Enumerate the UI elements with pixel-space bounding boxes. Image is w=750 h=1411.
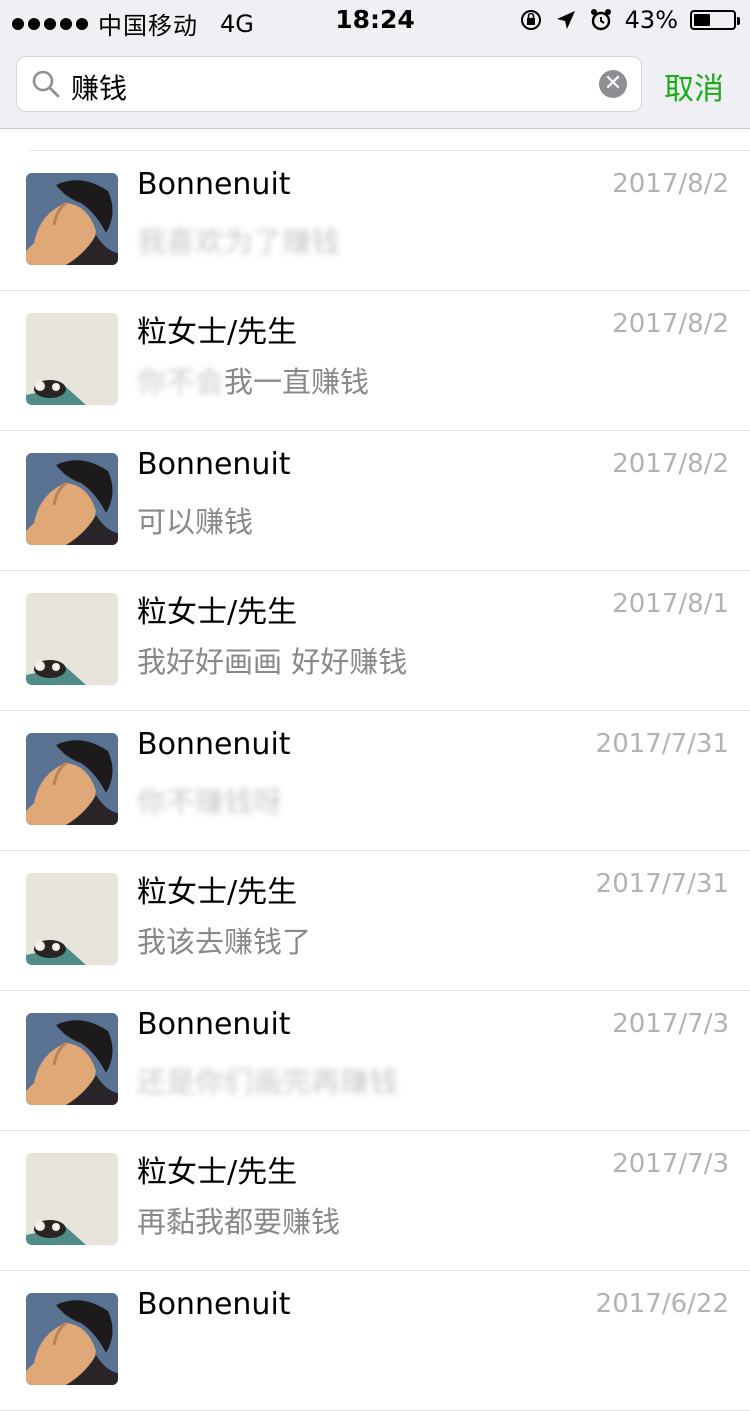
message-date: 2017/8/2 <box>612 169 729 199</box>
avatar <box>26 1153 118 1245</box>
avatar <box>26 453 118 545</box>
cat-avatar-image <box>26 313 118 405</box>
message-text: 再黏我都要赚钱 <box>137 1205 341 1239</box>
blurred-message-text: 我喜欢为了赚钱 <box>137 225 341 259</box>
contact-name: 粒女士/先生 <box>137 1155 298 1190</box>
chat-result-row[interactable]: Bonnenuit 2017/6/22 <box>0 1271 750 1411</box>
contact-name: Bonnenuit <box>137 727 291 762</box>
battery-percentage: 43% <box>624 6 678 34</box>
message-preview: 可以赚钱 <box>137 499 253 541</box>
contact-name: 粒女士/先生 <box>137 595 298 630</box>
avatar <box>26 873 118 965</box>
message-preview: 再黏我都要赚钱 <box>137 1199 340 1241</box>
message-date: 2017/7/3 <box>612 1009 729 1039</box>
message-preview: 我该去赚钱了 <box>137 919 311 961</box>
message-text: 我一直赚钱 <box>224 365 370 399</box>
chat-result-row[interactable]: Bonnenuit 2017/8/2 我喜欢为了赚钱 <box>0 151 750 291</box>
chat-result-row[interactable]: 粒女士/先生 2017/7/3 再黏我都要赚钱 <box>0 1131 750 1271</box>
person-avatar-image <box>26 1293 118 1385</box>
chat-result-row[interactable]: Bonnenuit 2017/7/31 你不赚钱呀 <box>0 711 750 851</box>
cancel-button[interactable]: 取消 <box>664 64 724 108</box>
contact-name: 粒女士/先生 <box>137 875 298 910</box>
chat-result-row[interactable]: 粒女士/先生 2017/8/2 你不会我一直赚钱 <box>0 291 750 431</box>
chat-result-row[interactable]: 粒女士/先生 2017/7/31 我该去赚钱了 <box>0 851 750 991</box>
message-preview: 我好好画画 好好赚钱 <box>137 639 407 681</box>
blurred-message-text: 还是你们画完再赚钱 <box>137 1065 399 1099</box>
message-preview: 我喜欢为了赚钱 <box>137 219 340 261</box>
message-date: 2017/7/31 <box>595 729 729 759</box>
cat-avatar-image <box>26 1153 118 1245</box>
contact-name: 粒女士/先生 <box>137 315 298 350</box>
alarm-icon <box>590 9 611 31</box>
search-query[interactable]: 赚钱 <box>71 67 127 107</box>
person-avatar-image <box>26 453 118 545</box>
blurred-message-text: 你不赚钱呀 <box>137 785 283 819</box>
message-text: 我好好画画 好好赚钱 <box>137 645 408 679</box>
clear-search-icon[interactable]: ✕ <box>599 70 627 98</box>
person-avatar-image <box>26 1013 118 1105</box>
search-header: 中国移动 4G 18:24 43% 赚钱 ✕ 取消 <box>0 0 750 129</box>
message-date: 2017/8/1 <box>612 589 729 619</box>
avatar <box>26 313 118 405</box>
contact-name: Bonnenuit <box>137 447 291 482</box>
message-date: 2017/8/2 <box>612 449 729 479</box>
avatar <box>26 1013 118 1105</box>
message-text: 我该去赚钱了 <box>137 925 312 959</box>
avatar <box>26 173 118 265</box>
cat-avatar-image <box>26 873 118 965</box>
search-results-list: Bonnenuit 2017/8/2 我喜欢为了赚钱 粒女士/先生 2017/8… <box>0 150 750 1411</box>
message-preview: 你不会我一直赚钱 <box>137 359 369 401</box>
contact-name: Bonnenuit <box>137 1287 291 1322</box>
contact-name: Bonnenuit <box>137 167 291 202</box>
chat-result-row[interactable]: Bonnenuit 2017/7/3 还是你们画完再赚钱 <box>0 991 750 1131</box>
blurred-message-text: 你不会 <box>137 365 225 399</box>
message-date: 2017/8/2 <box>612 309 729 339</box>
chat-result-row[interactable]: 粒女士/先生 2017/8/1 我好好画画 好好赚钱 <box>0 571 750 711</box>
contact-name: Bonnenuit <box>137 1007 291 1042</box>
avatar <box>26 733 118 825</box>
message-preview: 你不赚钱呀 <box>137 779 282 821</box>
message-date: 2017/7/3 <box>612 1149 729 1179</box>
avatar <box>26 593 118 685</box>
search-input[interactable]: 赚钱 ✕ <box>16 56 642 112</box>
search-icon <box>32 70 60 98</box>
avatar <box>26 1293 118 1385</box>
status-bar: 中国移动 4G 18:24 43% <box>0 0 750 40</box>
person-avatar-image <box>26 733 118 825</box>
message-text: 可以赚钱 <box>137 505 254 539</box>
chat-result-row[interactable]: Bonnenuit 2017/8/2 可以赚钱 <box>0 431 750 571</box>
message-date: 2017/6/22 <box>595 1289 729 1319</box>
person-avatar-image <box>26 173 118 265</box>
orientation-lock-icon <box>520 10 541 30</box>
cat-avatar-image <box>26 593 118 685</box>
message-preview: 还是你们画完再赚钱 <box>137 1059 398 1101</box>
message-date: 2017/7/31 <box>595 869 729 899</box>
battery-icon <box>690 10 740 30</box>
location-icon <box>556 11 575 29</box>
